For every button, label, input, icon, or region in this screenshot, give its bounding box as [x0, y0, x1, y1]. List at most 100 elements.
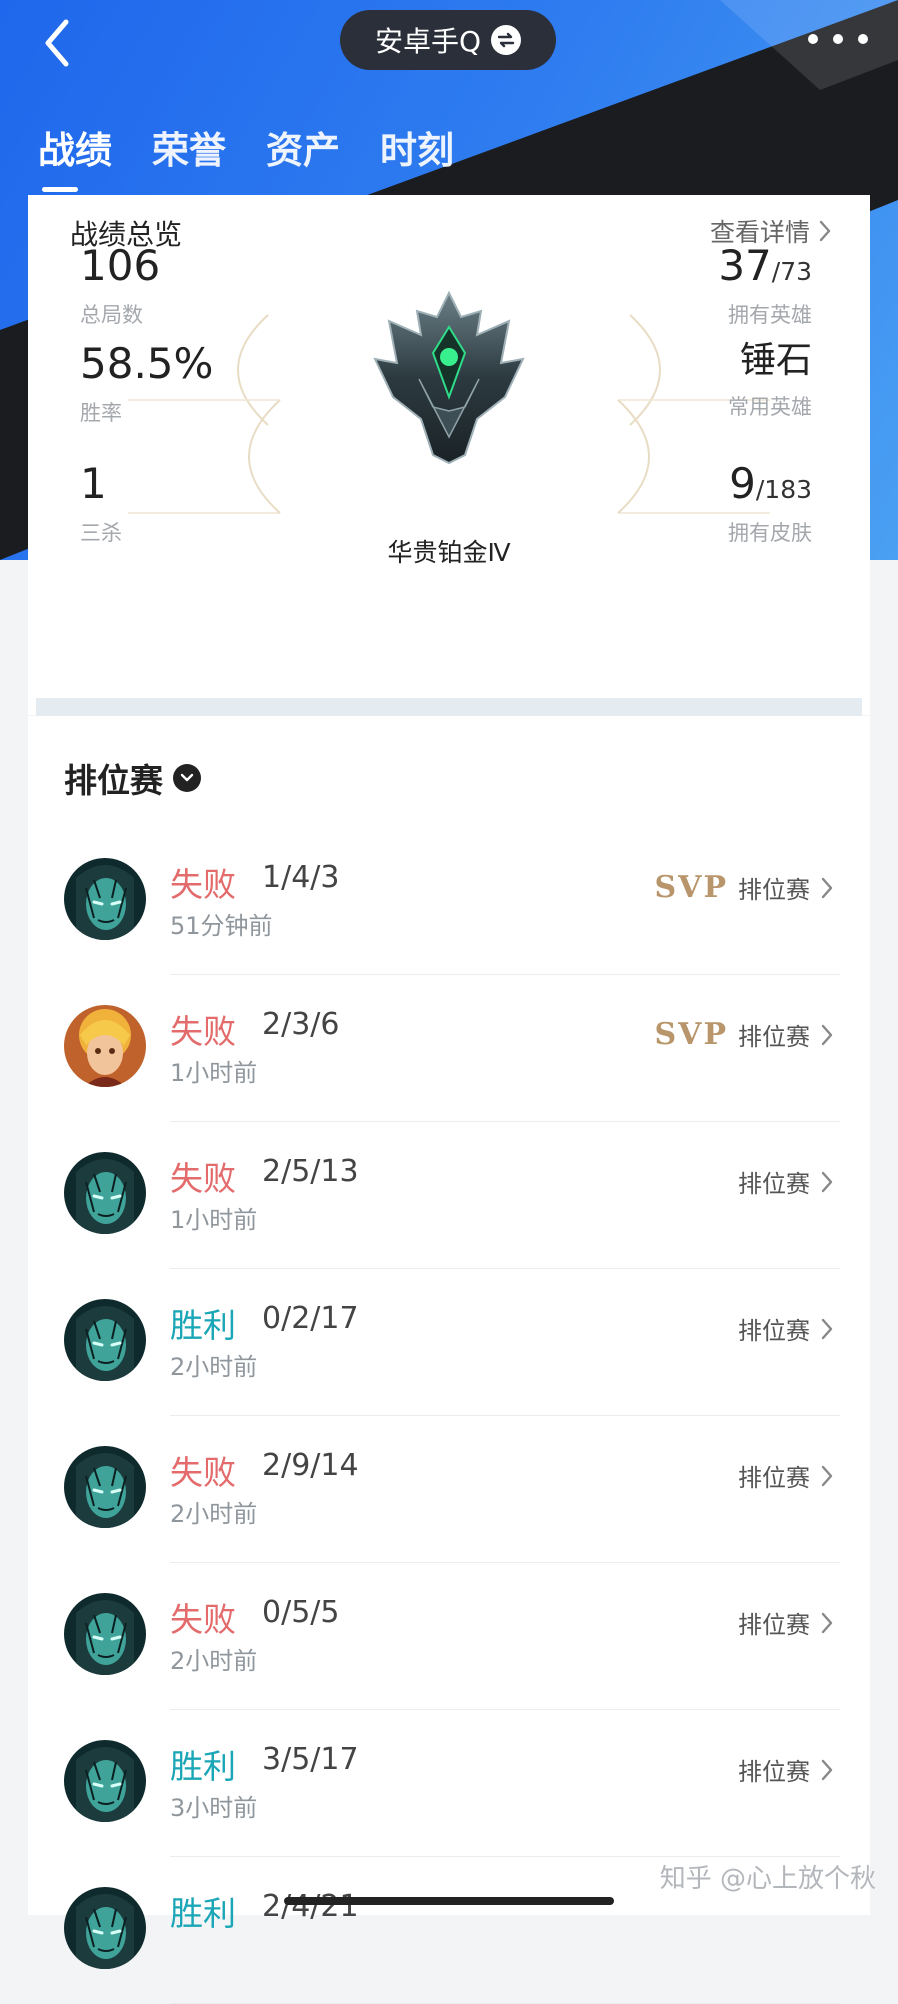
match-row[interactable]: 失败 0/5/5 2小时前 排位赛	[28, 1563, 870, 1710]
stat-label: 常用英雄	[728, 395, 812, 419]
match-row[interactable]: 失败 2/3/6 1小时前 SVP 排位赛	[28, 975, 870, 1122]
match-mode: 排位赛	[738, 1464, 810, 1492]
stat-triple-kills: 1 三杀	[80, 463, 122, 547]
match-kda: 0/5/5	[262, 1595, 340, 1630]
chevron-right-icon	[821, 1759, 833, 1780]
match-mode: 排位赛	[738, 1611, 810, 1639]
hero-avatar	[64, 1446, 146, 1528]
match-time-ago: 1小时前	[170, 1206, 258, 1234]
stat-total: /73	[771, 257, 812, 286]
more-menu-button[interactable]	[808, 26, 868, 52]
stat-value: 1	[80, 459, 107, 508]
match-row[interactable]: 胜利 3/5/17 3小时前 排位赛	[28, 1710, 870, 1857]
stat-label: 拥有皮肤	[728, 521, 812, 545]
svp-badge: SVP	[654, 1017, 728, 1052]
match-row[interactable]: 胜利 0/2/17 2小时前 排位赛	[28, 1269, 870, 1416]
tab-honor[interactable]: 荣誉	[152, 120, 226, 174]
match-kda: 0/2/17	[262, 1301, 359, 1336]
chevron-right-icon	[821, 1612, 833, 1633]
section-divider	[36, 698, 862, 716]
tab-assets[interactable]: 资产	[266, 120, 340, 174]
match-time-ago: 3小时前	[170, 1794, 258, 1822]
stat-value: 锤石	[739, 340, 812, 381]
match-time-ago: 1小时前	[170, 1059, 258, 1087]
match-mode: 排位赛	[738, 876, 810, 904]
match-row[interactable]: 失败 2/5/13 1小时前 排位赛	[28, 1122, 870, 1269]
match-result: 失败	[170, 1012, 236, 1051]
match-mode: 排位赛	[738, 1317, 810, 1345]
match-mode: 排位赛	[738, 1023, 810, 1051]
stat-owned-heroes[interactable]: 37/73 拥有英雄	[718, 245, 812, 329]
rank-name: 华贵铂金Ⅳ	[387, 538, 511, 567]
match-result: 失败	[170, 1453, 236, 1492]
chevron-right-icon	[821, 877, 833, 898]
stat-value: 37	[718, 241, 772, 290]
stat-total: /183	[755, 475, 812, 504]
chevron-right-icon	[821, 1465, 833, 1486]
hero-avatar	[64, 1740, 146, 1822]
tab-moments[interactable]: 时刻	[380, 120, 454, 174]
match-result: 胜利	[170, 1894, 236, 1933]
stat-win-rate: 58.5% 胜率	[80, 343, 213, 427]
chevron-right-icon	[821, 1024, 833, 1045]
match-result: 失败	[170, 865, 236, 904]
match-detail-link[interactable]: SVP 排位赛	[655, 1017, 835, 1052]
account-title: 安卓手Q	[374, 25, 482, 58]
match-result: 失败	[170, 1159, 236, 1198]
hero-avatar	[64, 1299, 146, 1381]
match-mode: 排位赛	[738, 1758, 810, 1786]
stat-value: 9	[729, 459, 756, 508]
watermark: 知乎 @心上放个秋	[659, 1864, 876, 1894]
match-detail-link[interactable]: 排位赛	[738, 1752, 834, 1787]
match-kda: 1/4/3	[262, 860, 340, 895]
match-result: 失败	[170, 1600, 236, 1639]
hero-avatar	[64, 1152, 146, 1234]
chevron-right-icon	[821, 1318, 833, 1339]
match-mode-label: 排位赛	[64, 761, 163, 800]
match-detail-link[interactable]: 排位赛	[738, 1311, 834, 1346]
match-result: 胜利	[170, 1747, 236, 1786]
stat-total-games: 106 总局数	[80, 245, 160, 329]
hero-avatar	[64, 858, 146, 940]
chevron-down-icon	[173, 764, 201, 792]
dot-icon	[833, 34, 843, 44]
dot-icon	[808, 34, 818, 44]
match-time-ago: 2小时前	[170, 1500, 258, 1528]
match-kda: 2/3/6	[262, 1007, 340, 1042]
home-indicator[interactable]	[284, 1897, 614, 1905]
hero-avatar	[64, 1593, 146, 1675]
match-list-card: 排位赛 失败 1/4/3 51分钟前 SVP 排位赛 失败 2/3/6 1小时前 SVP 排位赛失…	[28, 716, 870, 2004]
match-kda: 2/5/13	[262, 1154, 359, 1189]
match-time-ago: 2小时前	[170, 1647, 258, 1675]
match-time-ago: 2小时前	[170, 1353, 258, 1381]
chevron-left-icon	[45, 19, 69, 67]
account-switcher[interactable]: 安卓手Q	[340, 10, 556, 70]
stat-value: 58.5%	[80, 339, 214, 388]
match-kda: 2/4/21	[262, 1889, 359, 1924]
platinum-rank-emblem-icon	[373, 290, 525, 465]
hero-avatar	[64, 1005, 146, 1087]
match-kda: 3/5/17	[262, 1742, 359, 1777]
stat-value: 106	[80, 241, 161, 290]
stat-label: 胜率	[80, 401, 122, 425]
summary-card: 战绩总览 查看详情 华贵铂金Ⅳ 106 总局数 58.5% 胜率 1 三杀 37…	[28, 195, 870, 715]
hero-avatar	[64, 1887, 146, 1969]
match-row[interactable]: 失败 1/4/3 51分钟前 SVP 排位赛	[28, 828, 870, 975]
stat-common-hero[interactable]: 锤石 常用英雄	[728, 343, 812, 421]
match-row[interactable]: 失败 2/9/14 2小时前 排位赛	[28, 1416, 870, 1563]
match-kda: 2/9/14	[262, 1448, 359, 1483]
dot-icon	[858, 34, 868, 44]
stat-owned-skins[interactable]: 9/183 拥有皮肤	[728, 463, 812, 547]
match-detail-link[interactable]: 排位赛	[738, 1458, 834, 1493]
stat-label: 拥有英雄	[728, 303, 812, 327]
match-detail-link[interactable]: 排位赛	[738, 1164, 834, 1199]
tab-record[interactable]: 战绩	[38, 120, 112, 192]
match-mode-selector[interactable]: 排位赛	[64, 754, 201, 802]
back-button[interactable]	[32, 18, 82, 68]
swap-icon	[491, 25, 522, 55]
match-time-ago: 51分钟前	[170, 912, 273, 940]
match-mode: 排位赛	[738, 1170, 810, 1198]
match-detail-link[interactable]: 排位赛	[738, 1605, 834, 1640]
match-detail-link[interactable]: SVP 排位赛	[655, 870, 835, 905]
chevron-right-icon	[821, 1171, 833, 1192]
